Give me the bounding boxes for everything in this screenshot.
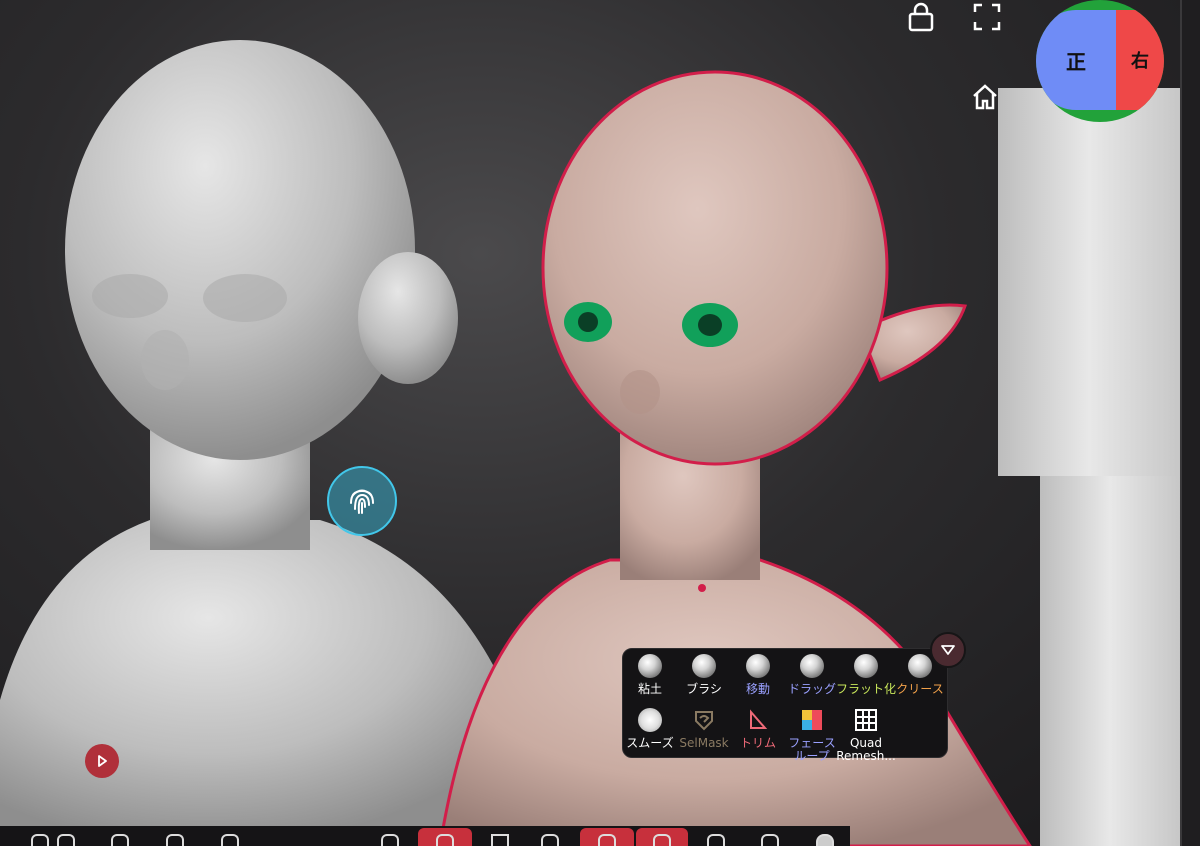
fingerprint-icon xyxy=(350,489,374,514)
bottom-tool-14[interactable] xyxy=(805,828,845,846)
bottom-tool-12[interactable] xyxy=(696,828,736,846)
tool-clay[interactable]: 粘土 xyxy=(623,653,677,696)
tool-label: 粘土 xyxy=(637,682,662,696)
brush-icon xyxy=(692,654,716,678)
tool-label: ドラッグ xyxy=(787,682,836,696)
bottom-tool-9[interactable] xyxy=(530,828,570,846)
trim-icon xyxy=(750,709,768,729)
collapse-tools-button[interactable] xyxy=(930,632,966,668)
bottom-tool-11-active[interactable] xyxy=(636,828,688,846)
drag-brush-icon xyxy=(800,654,824,678)
tool-label: Quad Remesh... xyxy=(836,737,896,763)
tool-quad-remesh[interactable]: Quad Remesh... xyxy=(836,707,896,765)
play-icon xyxy=(98,755,107,767)
tool-move[interactable]: 移動 xyxy=(731,653,785,696)
bottom-tool-2[interactable] xyxy=(46,828,86,846)
grid-icon xyxy=(855,709,877,731)
bottom-tool-4[interactable] xyxy=(155,828,195,846)
fullscreen-icon[interactable] xyxy=(970,0,1004,34)
box-upper xyxy=(998,88,1180,476)
tool-smooth[interactable]: スムーズ xyxy=(623,707,677,750)
view-cube-right[interactable]: 右 xyxy=(1116,10,1164,110)
home-icon[interactable] xyxy=(968,80,1002,114)
tools-popup: 粘土 ブラシ 移動 ドラッグ フラット化 クリース スムーズ SelMask ト… xyxy=(622,648,948,763)
bottom-toolbar xyxy=(0,826,850,846)
bottom-tool-3[interactable] xyxy=(100,828,140,846)
face-loop-icon xyxy=(802,710,822,730)
tool-label: トリム xyxy=(739,736,776,750)
bottom-tool-10-active[interactable] xyxy=(580,828,634,846)
tool-label: スムーズ xyxy=(626,736,674,750)
bottom-tool-6[interactable] xyxy=(370,828,410,846)
clay-brush-icon xyxy=(638,654,662,678)
bottom-tool-7-active[interactable] xyxy=(418,828,472,846)
smooth-brush-icon xyxy=(638,708,662,732)
side-panel[interactable] xyxy=(1180,0,1200,846)
play-button[interactable] xyxy=(85,744,119,778)
selmask-icon xyxy=(695,711,713,731)
bottom-tool-13[interactable] xyxy=(750,828,790,846)
tool-label: SelMask xyxy=(679,736,729,750)
view-cube-front[interactable]: 正 xyxy=(1036,10,1116,110)
move-brush-icon xyxy=(746,654,770,678)
tool-flatten[interactable]: フラット化 xyxy=(836,653,897,696)
tool-face-loop[interactable]: フェースループ xyxy=(785,707,839,765)
tool-trim[interactable]: トリム xyxy=(731,707,785,750)
bottom-tool-5[interactable] xyxy=(210,828,250,846)
crease-brush-icon xyxy=(908,654,932,678)
tool-drag[interactable]: ドラッグ xyxy=(785,653,839,696)
tool-label: クリース xyxy=(896,682,944,696)
flatten-brush-icon xyxy=(854,654,878,678)
tool-brush[interactable]: ブラシ xyxy=(677,653,731,696)
sculpt-viewport[interactable]: 正 右 粘土 ブラシ 移動 ドラッグ フラット化 クリース スムーズ SelMa… xyxy=(0,0,1200,846)
tool-label: フェースループ xyxy=(788,737,836,763)
tool-label: 移動 xyxy=(745,682,770,696)
lock-icon[interactable] xyxy=(904,0,938,34)
box-lower xyxy=(1040,476,1180,846)
scene-3d xyxy=(0,40,1180,846)
tool-selmask[interactable]: SelMask xyxy=(677,707,731,750)
tool-label: フラット化 xyxy=(836,682,897,696)
tool-label: ブラシ xyxy=(686,682,722,696)
view-cube[interactable]: 正 右 xyxy=(1036,0,1164,122)
white-figure xyxy=(0,40,520,846)
fingerprint-button[interactable] xyxy=(327,466,397,536)
bottom-tool-8[interactable] xyxy=(480,828,520,846)
collapse-triangle-icon xyxy=(941,645,955,655)
